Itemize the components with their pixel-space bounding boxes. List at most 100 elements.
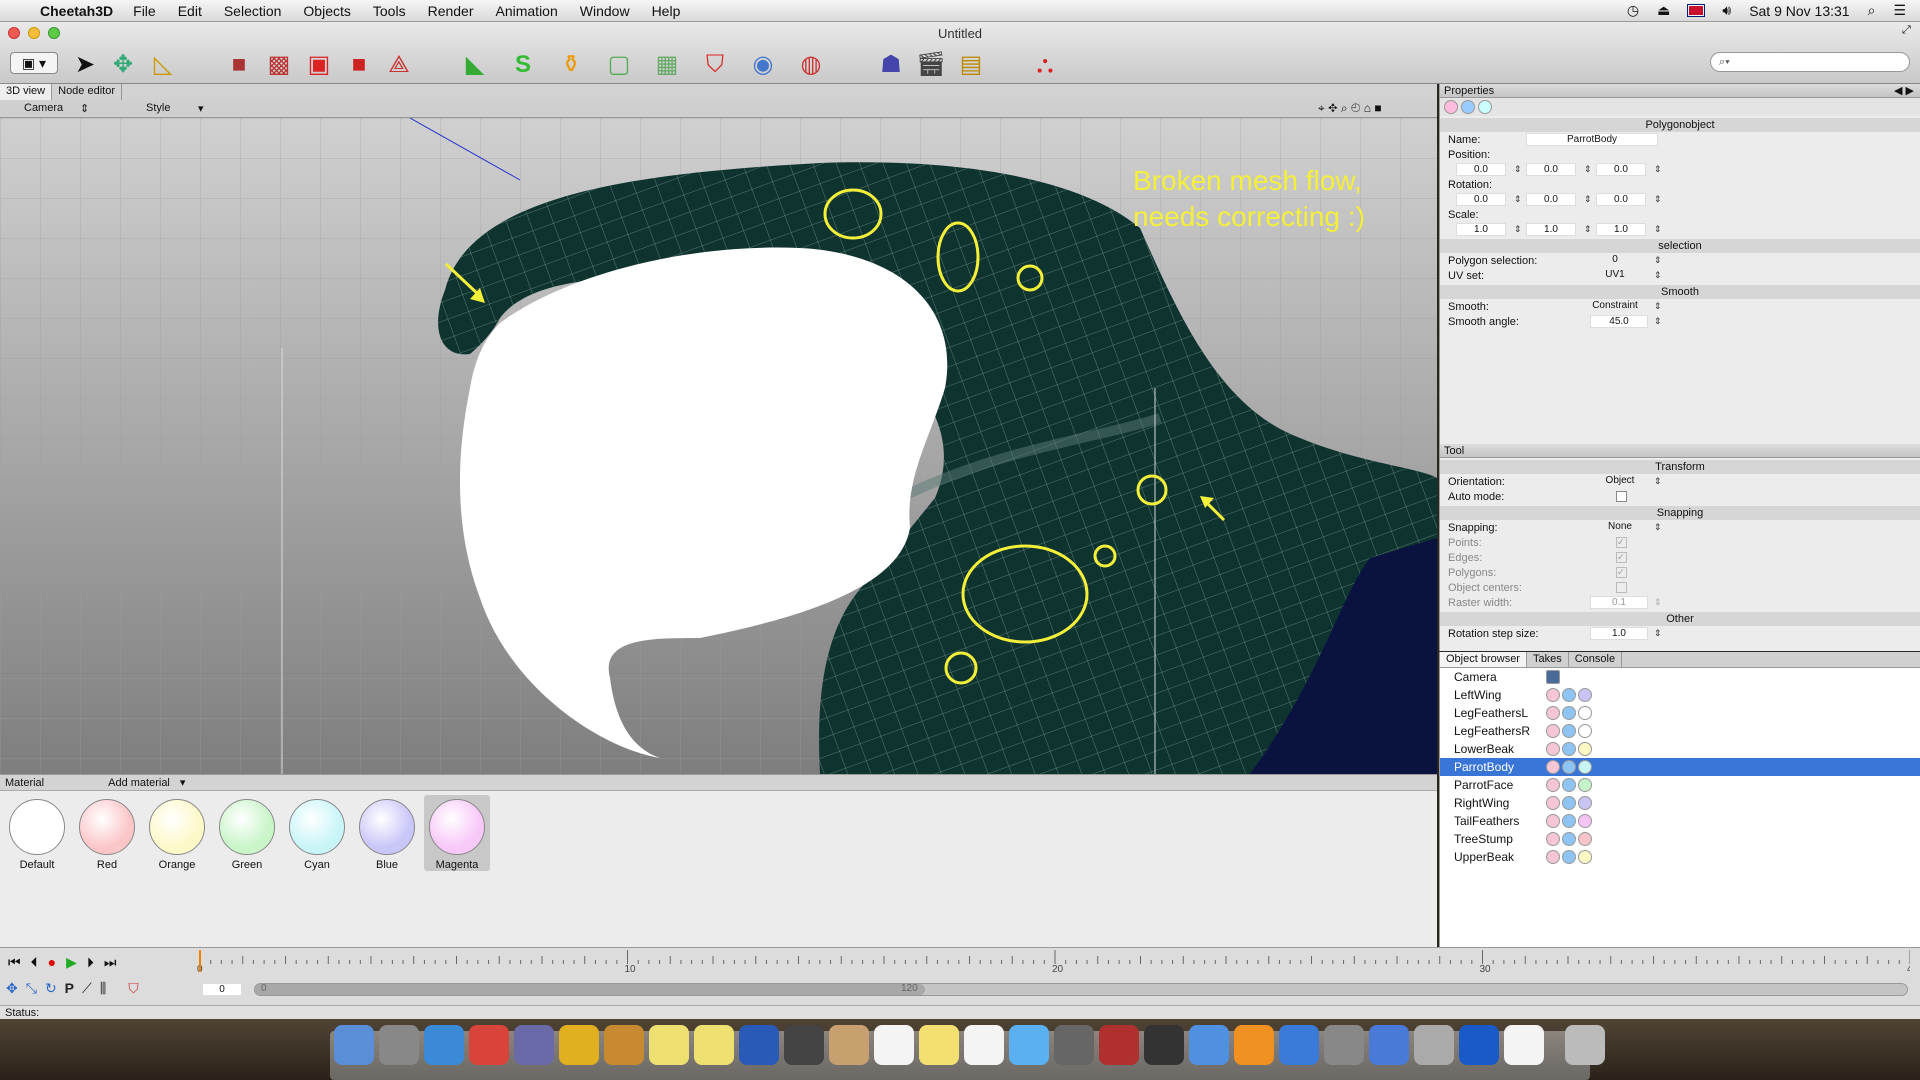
scale-z-field[interactable]: 1.0 <box>1596 223 1646 236</box>
menu-selection[interactable]: Selection <box>224 3 282 19</box>
uv-tag-icon[interactable] <box>1562 796 1576 810</box>
itunes-icon[interactable] <box>1189 1025 1229 1065</box>
uv-tag-icon[interactable] <box>1478 100 1492 114</box>
material-swatch[interactable]: Blue <box>354 795 420 871</box>
object-row[interactable]: LeftWing <box>1440 686 1920 704</box>
select-tool-button[interactable]: ➤ <box>68 50 102 80</box>
material-tag-icon[interactable] <box>1578 760 1592 774</box>
stepper-icon[interactable]: ⇕ <box>1654 476 1662 487</box>
object-row[interactable]: LegFeathersL <box>1440 704 1920 722</box>
cheetah3d-icon[interactable] <box>604 1025 644 1065</box>
material-swatch[interactable]: Green <box>214 795 280 871</box>
smooth-angle-field[interactable]: 45.0 <box>1590 315 1648 328</box>
aperture-icon[interactable] <box>784 1025 824 1065</box>
uv-tag-icon[interactable] <box>1562 850 1576 864</box>
menu-file[interactable]: File <box>133 3 156 19</box>
add-material-button[interactable]: Add material <box>108 777 170 789</box>
step-forward-icon[interactable]: ⏵ <box>87 954 94 971</box>
material-tag-icon[interactable] <box>1578 814 1592 828</box>
stepper-icon[interactable]: ⇕ <box>1654 255 1662 266</box>
uv-tag-icon[interactable] <box>1562 778 1576 792</box>
stepper-icon[interactable]: ⇕ <box>1654 522 1662 533</box>
photo-icon[interactable] <box>739 1025 779 1065</box>
vase-button[interactable]: ⚱ <box>554 50 588 80</box>
menu-help[interactable]: Help <box>652 3 681 19</box>
menu-tools[interactable]: Tools <box>373 3 406 19</box>
menu-edit[interactable]: Edit <box>178 3 202 19</box>
rotation-y-field[interactable]: 0.0 <box>1526 193 1576 206</box>
skip-end-icon[interactable]: ⏭ <box>104 954 117 971</box>
camera-tag-icon[interactable] <box>1546 670 1560 684</box>
stepper-icon[interactable]: ⇕ <box>1654 164 1662 175</box>
safari-icon[interactable] <box>424 1025 464 1065</box>
record-icon[interactable]: ● <box>48 954 56 971</box>
spotlight-icon[interactable]: ⌕ <box>1868 2 1876 19</box>
rotation-z-field[interactable]: 0.0 <box>1596 193 1646 206</box>
finder-icon[interactable] <box>334 1025 374 1065</box>
polygon-selection-field[interactable]: 0 <box>1590 254 1640 267</box>
object-tag-icon[interactable] <box>1546 724 1560 738</box>
stepper-icon[interactable]: ⇕ <box>1654 224 1662 235</box>
material-tag-icon[interactable] <box>1578 688 1592 702</box>
uv-tag-icon[interactable] <box>1562 724 1576 738</box>
uv-set-select[interactable]: UV1 <box>1590 269 1640 282</box>
stepper-icon[interactable]: ⇕ <box>1654 628 1662 639</box>
scale-y-field[interactable]: 1.0 <box>1526 223 1576 236</box>
preferences-icon[interactable] <box>1324 1025 1364 1065</box>
menu-animation[interactable]: Animation <box>496 3 558 19</box>
object-tag-icon[interactable]: ⛉ <box>128 980 139 997</box>
appstore-icon[interactable] <box>1279 1025 1319 1065</box>
object-row[interactable]: ParrotFace <box>1440 776 1920 794</box>
material-tag-icon[interactable] <box>1578 850 1592 864</box>
clock[interactable]: Sat 9 Nov 13:31 <box>1749 3 1849 19</box>
object-row[interactable]: TailFeathers <box>1440 812 1920 830</box>
tab-node-editor[interactable]: Node editor <box>52 84 122 100</box>
cube-solid-button[interactable]: ■ <box>342 50 376 80</box>
extrude-button[interactable]: ◣ <box>458 50 492 80</box>
object-row[interactable]: Camera <box>1440 668 1920 686</box>
tab-object-browser[interactable]: Object browser <box>1440 652 1527 667</box>
volume-icon[interactable]: 🔊︎ <box>1722 2 1731 19</box>
outlook-icon[interactable] <box>1459 1025 1499 1065</box>
box-primitive-button[interactable]: ■ <box>222 50 256 80</box>
array-button[interactable]: ▦ <box>650 50 684 80</box>
bone-key-icon[interactable]: ⟋ <box>82 980 92 997</box>
deformer-button[interactable]: ◉ <box>746 50 780 80</box>
style-menu[interactable]: Style <box>146 102 170 114</box>
scale-x-field[interactable]: 1.0 <box>1456 223 1506 236</box>
nav-arrows-icon[interactable]: ◀ ▶ <box>1894 84 1914 98</box>
smooth-select[interactable]: Constraint <box>1578 300 1652 313</box>
name-field[interactable]: ParrotBody <box>1526 133 1658 146</box>
auto-mode-checkbox[interactable] <box>1616 491 1627 502</box>
uv-tag-icon[interactable] <box>1562 742 1576 756</box>
cube-green-button[interactable]: ▢ <box>602 50 636 80</box>
chrome-icon[interactable] <box>469 1025 509 1065</box>
scene-canvas[interactable]: Broken mesh flow, needs correcting :) <box>0 118 1437 774</box>
render-box-button[interactable]: ▤ <box>954 50 988 80</box>
stepper-icon[interactable]: ⇕ <box>1654 316 1662 327</box>
uv-tag-icon[interactable] <box>1562 760 1576 774</box>
raster-width-field[interactable]: 0.1 <box>1590 596 1648 609</box>
tab-3d-view[interactable]: 3D view <box>0 84 53 100</box>
object-tag-icon[interactable] <box>1546 688 1560 702</box>
messages-icon[interactable] <box>1009 1025 1049 1065</box>
stepper-icon[interactable]: ⇕ <box>1654 194 1662 205</box>
material-tag-icon[interactable] <box>1578 832 1592 846</box>
app-menu[interactable]: Cheetah3D <box>40 3 113 19</box>
utility-icon[interactable] <box>1414 1025 1454 1065</box>
object-tag-icon[interactable] <box>1444 100 1458 114</box>
object-row[interactable]: ParrotBody <box>1440 758 1920 776</box>
zoom-button[interactable] <box>48 27 60 39</box>
polygons-checkbox[interactable]: ✓ <box>1616 567 1627 578</box>
range-track[interactable]: 0 120 <box>254 983 1908 996</box>
rotation-x-field[interactable]: 0.0 <box>1456 193 1506 206</box>
rotate-key-icon[interactable]: ↻ <box>45 980 57 997</box>
material-tag-icon[interactable] <box>1578 796 1592 810</box>
facetime-icon[interactable] <box>1054 1025 1094 1065</box>
material-swatch[interactable]: Default <box>4 795 70 871</box>
skip-start-icon[interactable]: ⏮ <box>8 954 21 971</box>
material-tag-icon[interactable] <box>1578 706 1592 720</box>
render-settings-button[interactable]: 🎬︎ <box>914 50 948 80</box>
dvd-icon[interactable] <box>1144 1025 1184 1065</box>
position-z-field[interactable]: 0.0 <box>1596 163 1646 176</box>
